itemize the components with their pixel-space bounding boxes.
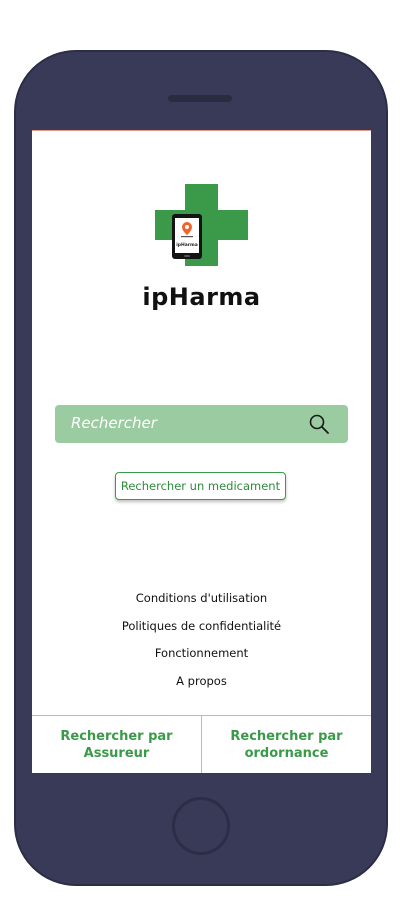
search-bar[interactable]: Rechercher <box>55 405 348 443</box>
footer-links: Conditions d'utilisation Politiques de c… <box>32 589 371 699</box>
how-it-works-link[interactable]: Fonctionnement <box>32 644 371 672</box>
phone-speaker <box>168 95 232 102</box>
about-link[interactable]: A propos <box>32 672 371 700</box>
search-medicine-button[interactable]: Rechercher un medicament <box>115 472 286 500</box>
app-logo: ipHarma <box>155 184 248 266</box>
bottom-nav: Rechercher par Assureur Rechercher par o… <box>32 715 371 773</box>
app-title: ipHarma <box>142 283 261 311</box>
logo-wordmark: ipHarma <box>176 242 198 248</box>
pharmacy-cross-icon: ipHarma <box>155 184 248 266</box>
search-by-insurer-button[interactable]: Rechercher par Assureur <box>32 716 201 773</box>
search-input[interactable]: Rechercher <box>71 414 157 432</box>
phone-home-button[interactable] <box>172 797 230 855</box>
terms-link[interactable]: Conditions d'utilisation <box>32 589 371 617</box>
search-icon[interactable] <box>308 413 330 435</box>
app-screen: ipHarma ipHarma Rechercher Rechercher un… <box>32 130 371 773</box>
privacy-link[interactable]: Politiques de confidentialité <box>32 617 371 645</box>
search-by-prescription-button[interactable]: Rechercher par ordornance <box>201 716 371 773</box>
